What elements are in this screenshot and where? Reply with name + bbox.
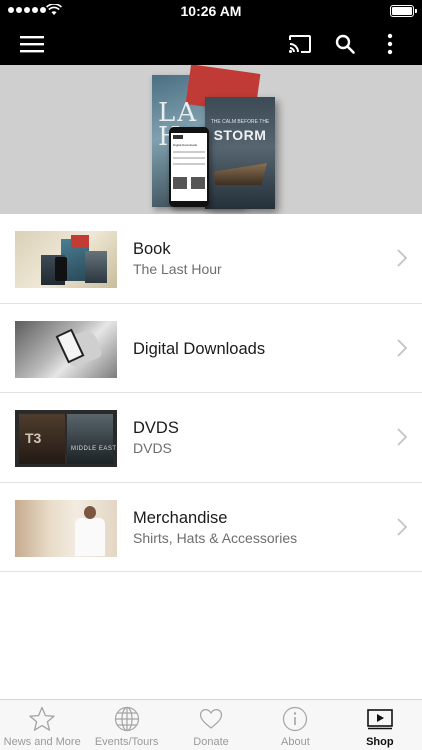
tab-about[interactable]: About xyxy=(253,700,337,750)
chevron-right-icon xyxy=(397,249,408,267)
shop-item-title: DVDS xyxy=(133,419,179,437)
globe-icon xyxy=(114,706,139,732)
hero-book-calm-before-storm: THE CALM BEFORE THE STORM xyxy=(205,97,275,209)
battery-icon xyxy=(390,5,417,17)
tab-label: About xyxy=(281,736,310,748)
shop-item-book[interactable]: Book The Last Hour xyxy=(0,214,422,304)
dvd-t3-label: T3 xyxy=(25,430,42,446)
shop-item-title: Book xyxy=(133,240,171,258)
hero-book-front-title: STORM xyxy=(213,127,267,143)
cast-button[interactable] xyxy=(280,22,320,65)
search-button[interactable] xyxy=(325,22,365,65)
hero-phone: Digital Downloads xyxy=(169,127,209,207)
shop-item-subtitle: Shirts, Hats & Accessories xyxy=(133,529,298,546)
chevron-right-icon xyxy=(397,338,408,357)
tab-label: Donate xyxy=(193,736,229,748)
shop-list: Book The Last Hour Digital Downloads T3 … xyxy=(0,214,422,572)
chevron-right-icon xyxy=(397,428,408,446)
menu-button[interactable] xyxy=(12,22,52,65)
tab-label: News and More xyxy=(3,736,81,748)
status-bar: 10:26 AM xyxy=(0,0,422,22)
shop-item-dvds[interactable]: T3 MIDDLE EAST DVDS DVDS xyxy=(0,393,422,483)
tab-label: Shop xyxy=(366,736,394,748)
book-thumbnail xyxy=(15,231,117,288)
cast-icon xyxy=(289,34,311,53)
shop-item-subtitle: DVDS xyxy=(133,440,172,456)
tab-bar: News and More Events/Tours Donate About xyxy=(0,699,422,750)
menu-icon xyxy=(20,35,44,52)
heart-icon xyxy=(199,708,223,729)
dvd-middle-east-label: MIDDLE EAST xyxy=(71,446,117,452)
hero-banner[interactable]: LA H THE CALM BEFORE THE STORM Digital D… xyxy=(0,65,422,214)
digital-downloads-thumbnail xyxy=(15,320,117,378)
tab-events-tours[interactable]: Events/Tours xyxy=(84,700,168,750)
shop-item-title: Merchandise xyxy=(133,508,228,527)
search-icon xyxy=(335,34,355,54)
info-icon xyxy=(283,706,308,732)
shop-item-digital-downloads[interactable]: Digital Downloads xyxy=(0,303,422,393)
hero-phone-text: Digital Downloads xyxy=(173,143,198,147)
tab-news-and-more[interactable]: News and More xyxy=(0,700,84,750)
chevron-right-icon xyxy=(397,517,408,536)
shop-item-subtitle: The Last Hour xyxy=(133,261,222,277)
nav-bar xyxy=(0,22,422,65)
shop-item-merchandise[interactable]: Merchandise Shirts, Hats & Accessories xyxy=(0,482,422,572)
shop-item-title: Digital Downloads xyxy=(133,339,266,358)
tab-label: Events/Tours xyxy=(94,736,159,748)
play-screen-icon xyxy=(367,709,393,730)
more-button[interactable] xyxy=(370,22,410,65)
star-icon xyxy=(29,706,55,731)
merchandise-thumbnail xyxy=(15,499,117,557)
dvds-thumbnail: T3 MIDDLE EAST xyxy=(15,410,117,467)
status-time: 10:26 AM xyxy=(180,3,242,19)
hero-book-front-subtitle: THE CALM BEFORE THE xyxy=(210,119,270,125)
more-vertical-icon xyxy=(387,33,393,54)
tab-donate[interactable]: Donate xyxy=(169,700,253,750)
tab-shop[interactable]: Shop xyxy=(338,700,422,750)
